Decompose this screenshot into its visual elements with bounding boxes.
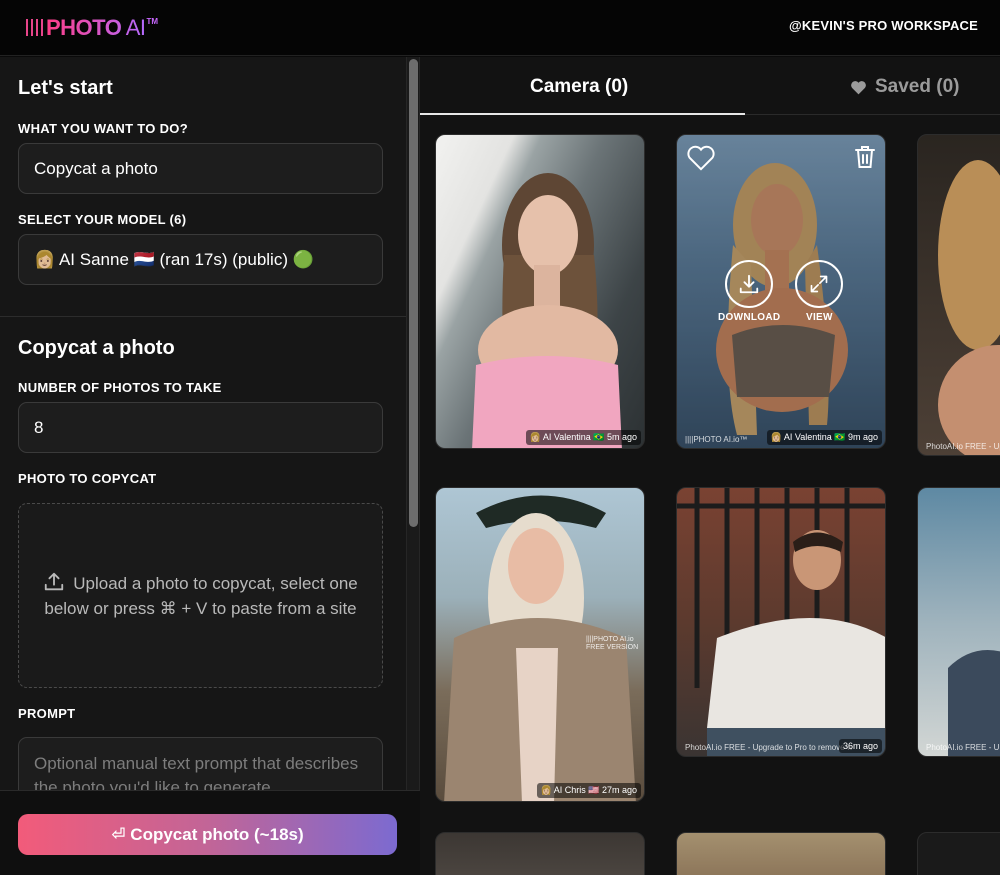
photo-badge: 36m ago: [838, 739, 882, 753]
active-tab-indicator: [420, 113, 745, 115]
photo-watermark: PhotoAI.io FREE - Upgrade to Pro to remo…: [685, 743, 853, 752]
upload-dropzone[interactable]: Upload a photo to copycat, select one be…: [18, 503, 383, 688]
top-bar: PHOTO AI TM @KEVIN'S PRO WORKSPACE: [0, 0, 1000, 56]
download-button[interactable]: [725, 260, 773, 308]
gallery-panel: Camera (0) Saved (0) 👩🏼 AI Valentina 🇧🇷 …: [420, 57, 1000, 875]
photo-count-label: NUMBER OF PHOTOS TO TAKE: [18, 380, 222, 395]
dropzone-text-1: Upload a photo to copycat, select one: [73, 573, 358, 593]
photo-card-8[interactable]: [676, 832, 886, 875]
expand-icon: [810, 275, 828, 293]
heart-icon: [851, 80, 866, 94]
photo-card-9[interactable]: [917, 832, 1000, 875]
tab-saved-label: Saved (0): [875, 76, 960, 97]
photo-watermark: ||||PHOTO AI.io FREE VERSION: [586, 636, 639, 651]
photo-badge: 👩🏼 AI Chris 🇺🇸 27m ago: [536, 783, 641, 798]
copycat-photo-label: PHOTO TO COPYCAT: [18, 471, 157, 486]
photo-card-7[interactable]: [435, 832, 645, 875]
logo-bars-icon: [26, 19, 43, 36]
section-divider: [0, 316, 406, 317]
workspace-name[interactable]: @KEVIN'S PRO WORKSPACE: [789, 18, 978, 33]
gallery-tabs: Camera (0) Saved (0): [420, 57, 1000, 115]
model-select[interactable]: 👩🏼 AI Sanne 🇳🇱 (ran 17s) (public) 🟢: [18, 234, 383, 285]
view-label: VIEW: [806, 312, 833, 323]
photo-card-2[interactable]: DOWNLOAD VIEW ||||PHOTO AI.io™ 👩🏼 AI Val…: [676, 134, 886, 449]
hover-overlay: [677, 135, 885, 448]
settings-panel: Let's start WHAT YOU WANT TO DO? Copycat…: [0, 57, 406, 875]
tab-saved[interactable]: Saved (0): [850, 76, 959, 98]
scrollbar-thumb[interactable]: [409, 59, 418, 527]
prompt-label: PROMPT: [18, 706, 76, 721]
portrait-photo-5: [677, 488, 885, 756]
photo-badge: 👩🏼 AI Valentina 🇧🇷 9m ago: [766, 430, 882, 445]
photo-badge: 👩🏼 AI Valentina 🇧🇷 5m ago: [525, 430, 641, 445]
photo-card-3[interactable]: PhotoAI.io FREE - Upgr: [917, 134, 1000, 456]
photo-watermark: PhotoAI.io FREE - Upgr: [926, 442, 1000, 451]
photo-card-4[interactable]: ||||PHOTO AI.io FREE VERSION 👩🏼 AI Chris…: [435, 487, 645, 802]
download-label: DOWNLOAD: [718, 312, 781, 323]
photo-ai-logo[interactable]: PHOTO AI TM: [26, 13, 158, 43]
action-label: WHAT YOU WANT TO DO?: [18, 121, 188, 136]
view-button[interactable]: [795, 260, 843, 308]
logo-trademark: TM: [146, 17, 159, 26]
action-bar: ⏎ Copycat photo (~18s): [0, 790, 420, 875]
dropzone-text-2: below or press ⌘ + V to paste from a sit…: [44, 598, 357, 618]
logo-text: PHOTO AI: [46, 13, 146, 43]
like-heart-icon[interactable]: [686, 144, 716, 171]
lets-start-heading: Let's start: [18, 77, 113, 99]
tab-camera[interactable]: Camera (0): [530, 76, 628, 98]
photo-card-5[interactable]: PhotoAI.io FREE - Upgrade to Pro to remo…: [676, 487, 886, 757]
action-select[interactable]: Copycat a photo: [18, 143, 383, 194]
download-icon: [739, 274, 759, 294]
photo-watermark: ||||PHOTO AI.io™: [685, 435, 748, 444]
trash-icon[interactable]: [853, 144, 877, 170]
model-label: SELECT YOUR MODEL (6): [18, 212, 187, 227]
portrait-photo-3: [938, 160, 1000, 455]
photo-count-input[interactable]: 8: [18, 402, 383, 453]
portrait-photo-1: [472, 173, 622, 448]
photo-card-6[interactable]: PhotoAI.io FREE - U: [917, 487, 1000, 757]
portrait-photo-6: [948, 650, 1000, 756]
upload-icon: [45, 572, 64, 590]
photo-watermark: PhotoAI.io FREE - U: [926, 743, 1000, 752]
copycat-photo-button[interactable]: ⏎ Copycat photo (~18s): [18, 814, 397, 855]
photo-card-1[interactable]: 👩🏼 AI Valentina 🇧🇷 5m ago: [435, 134, 645, 449]
copycat-heading: Copycat a photo: [18, 337, 175, 359]
left-panel-scrollbar[interactable]: [406, 57, 420, 875]
